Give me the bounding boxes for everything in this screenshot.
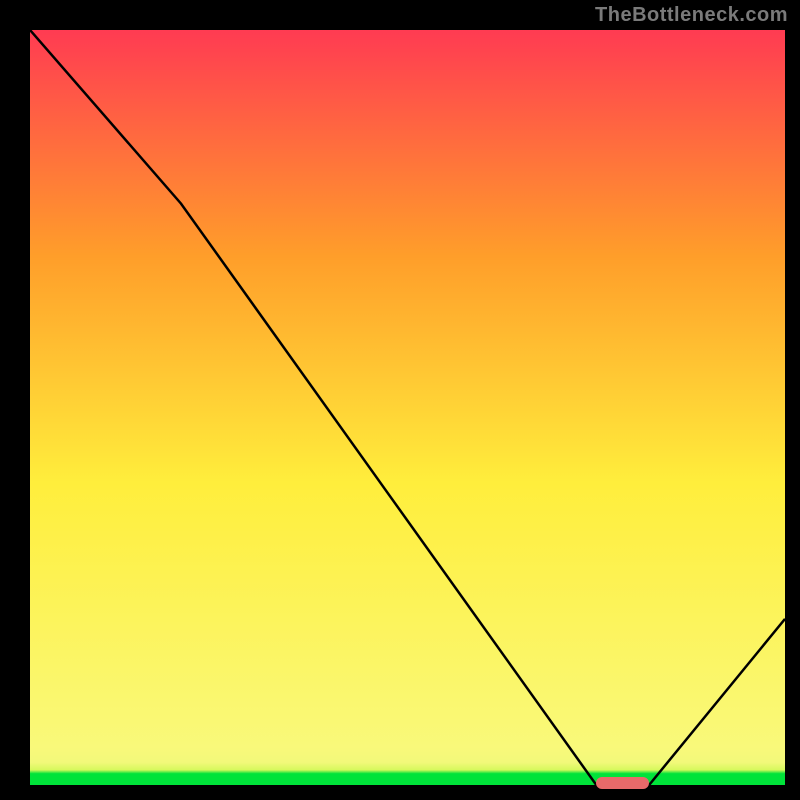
bottleneck-curve [30,30,785,785]
watermark-text: TheBottleneck.com [595,4,788,27]
curve-line [30,30,785,785]
plot-area [30,30,785,785]
chart-frame: TheBottleneck.com [0,0,800,800]
optimal-range-marker [596,777,649,789]
